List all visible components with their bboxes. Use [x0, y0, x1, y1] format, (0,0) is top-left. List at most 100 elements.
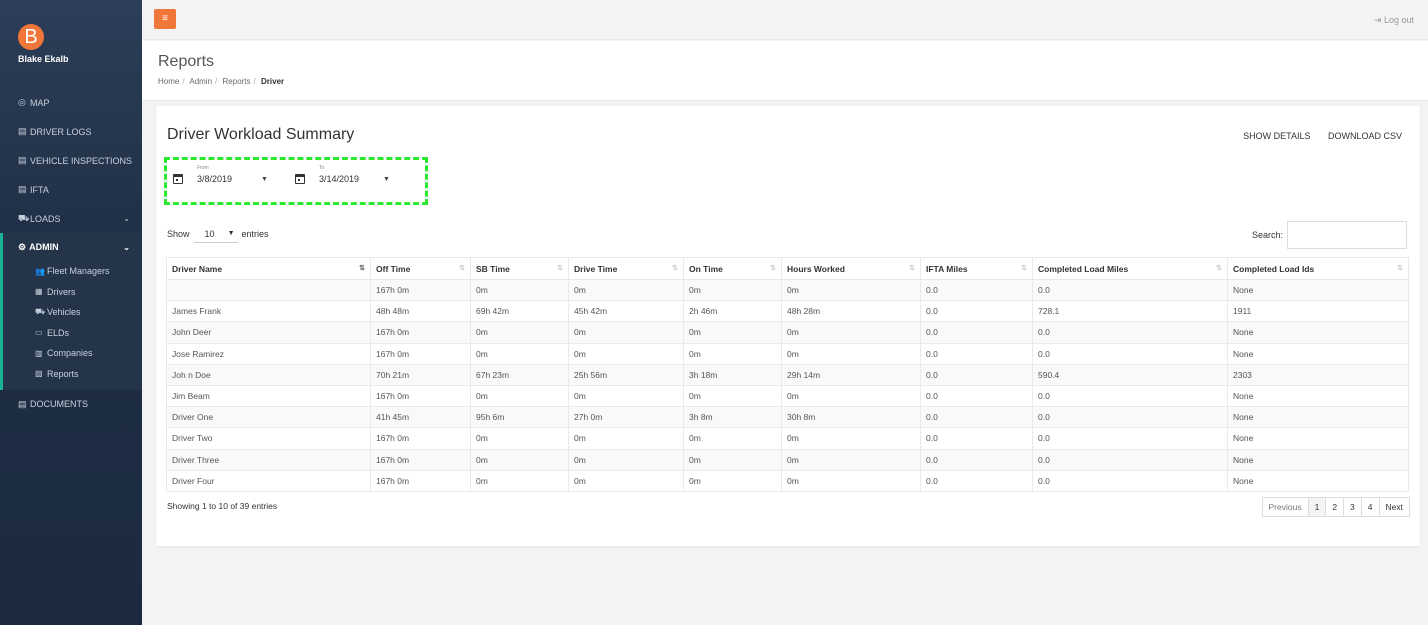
- table-cell: 0m: [568, 469, 684, 492]
- table-row[interactable]: James Frank 48h 48m 69h 42m 45h 42m 2h 46m 48…: [166, 300, 1409, 323]
- col-sb-time[interactable]: SB Time ⇅: [470, 257, 569, 280]
- pagination-next[interactable]: Next: [1378, 497, 1410, 517]
- dropdown-arrow-icon[interactable]: ▼: [261, 176, 268, 183]
- avatar[interactable]: B: [18, 24, 44, 50]
- download-csv-button[interactable]: DOWNLOAD CSV: [1328, 131, 1402, 141]
- table-cell: 0m: [470, 448, 569, 471]
- table-cell: Jose Ramirez: [166, 342, 371, 365]
- table-row[interactable]: 167h 0m 0m 0m 0m 0m 0.0 0.0 None: [166, 278, 1409, 302]
- chevron-down-icon: ⌄: [123, 214, 130, 223]
- table-row[interactable]: Jim Beam 167h 0m 0m 0m 0m 0m 0.0 0.0 None: [166, 384, 1409, 408]
- sidebar-admin-group: ⚙ ADMIN ⌄ 👥 Fleet Managers ▦ Drivers ⛟ V…: [0, 233, 142, 390]
- from-date-value[interactable]: 3/8/2019: [197, 174, 261, 184]
- table-row[interactable]: Driver One 41h 45m 95h 6m 27h 0m 3h 8m 30h 8m…: [166, 406, 1409, 429]
- card-title: Driver Workload Summary: [167, 126, 355, 143]
- col-drive-time[interactable]: Drive Time ⇅: [568, 257, 684, 280]
- table-cell: 167h 0m: [370, 321, 471, 344]
- table-row[interactable]: John Deer 167h 0m 0m 0m 0m 0m 0.0 0.0 None: [166, 321, 1409, 344]
- table-cell: 27h 0m: [568, 406, 684, 429]
- calendar-icon[interactable]: [173, 174, 183, 184]
- truck-icon: ⛟: [35, 307, 46, 317]
- table-row[interactable]: Driver Three 167h 0m 0m 0m 0m 0m 0.0 0.0 None: [166, 448, 1409, 471]
- pagination-previous[interactable]: Previous: [1261, 497, 1309, 517]
- sidebar-item-companies[interactable]: ▥ Companies: [3, 343, 142, 364]
- to-label: To: [319, 165, 325, 171]
- file-icon: ▤: [18, 184, 27, 194]
- col-completed-load-ids[interactable]: Completed Load Ids ⇅: [1227, 257, 1409, 280]
- menu-toggle-button[interactable]: ≡: [154, 9, 176, 29]
- breadcrumb-admin[interactable]: Admin: [189, 77, 212, 86]
- table-cell: 167h 0m: [370, 448, 471, 471]
- table-cell: 0m: [781, 278, 921, 302]
- sidebar-item-documents[interactable]: ▤ DOCUMENTS: [0, 390, 142, 419]
- sidebar-item-reports[interactable]: ▨ Reports: [3, 364, 142, 390]
- col-ifta-miles[interactable]: IFTA Miles ⇅: [920, 257, 1033, 280]
- table-row[interactable]: Driver Four 167h 0m 0m 0m 0m 0m 0.0 0.0 None: [166, 469, 1409, 492]
- table-cell: None: [1227, 384, 1409, 408]
- calendar-icon[interactable]: [295, 174, 305, 184]
- search-input[interactable]: [1287, 221, 1407, 249]
- sidebar-item-label: Companies: [47, 348, 93, 359]
- sidebar-item-vehicle-inspections[interactable]: ▤ VEHICLE INSPECTIONS: [0, 146, 142, 175]
- report-card: Driver Workload Summary SHOW DETAILS DOW…: [156, 106, 1420, 546]
- table-cell: 41h 45m: [370, 406, 471, 429]
- breadcrumb-home[interactable]: Home: [158, 77, 179, 86]
- dropdown-arrow-icon: ▼: [227, 230, 235, 237]
- chevron-down-icon: ⌄: [123, 242, 130, 252]
- sidebar-item-ifta[interactable]: ▤ IFTA: [0, 175, 142, 204]
- user-name[interactable]: Blake Ekalb: [18, 54, 142, 64]
- table-cell: 45h 42m: [568, 300, 684, 323]
- breadcrumb-reports[interactable]: Reports: [223, 77, 251, 86]
- show-details-button[interactable]: SHOW DETAILS: [1243, 131, 1310, 141]
- dropdown-arrow-icon[interactable]: ▼: [383, 176, 390, 183]
- table-cell: None: [1227, 342, 1409, 365]
- sidebar-item-label: LOADS: [30, 213, 61, 224]
- table-cell: 0.0: [920, 300, 1033, 323]
- table-cell: 48h 48m: [370, 300, 471, 323]
- table-cell: 0.0: [920, 321, 1033, 344]
- col-driver-name[interactable]: Driver Name ⇅: [166, 257, 371, 280]
- table-cell: 0m: [568, 278, 684, 302]
- sidebar-item-map[interactable]: ◎ MAP: [0, 88, 142, 117]
- table-cell: 0.0: [1032, 342, 1228, 365]
- id-card-icon: ▦: [35, 287, 43, 297]
- table-body: 167h 0m 0m 0m 0m 0m 0.0 0.0 None James Frank 48h …: [166, 278, 1409, 492]
- sidebar-item-fleet-managers[interactable]: 👥 Fleet Managers: [3, 261, 142, 282]
- col-on-time[interactable]: On Time ⇅: [683, 257, 782, 280]
- to-date-picker[interactable]: 3/14/2019 ▼: [289, 174, 390, 184]
- file-icon: ▤: [18, 126, 27, 136]
- table-cell: 0m: [683, 384, 782, 408]
- sidebar-item-label: DRIVER LOGS: [30, 126, 92, 137]
- table-cell: None: [1227, 321, 1409, 344]
- sidebar-item-drivers[interactable]: ▦ Drivers: [3, 282, 142, 303]
- table-row[interactable]: Joh n Doe 70h 21m 67h 23m 25h 56m 3h 18m 29h …: [166, 363, 1409, 386]
- table-cell: 167h 0m: [370, 278, 471, 302]
- entries-select[interactable]: 10 ▼: [193, 225, 238, 243]
- search-label: Search:: [1251, 230, 1283, 240]
- to-date-group: To 3/14/2019 ▼: [289, 165, 390, 184]
- pagination-page-3[interactable]: 3: [1343, 497, 1362, 517]
- col-hours-worked[interactable]: Hours Worked ⇅: [781, 257, 921, 280]
- sidebar-item-driver-logs[interactable]: ▤ DRIVER LOGS: [0, 117, 142, 146]
- to-date-value[interactable]: 3/14/2019: [319, 174, 383, 184]
- sidebar-item-elds[interactable]: ▭ ELDs: [3, 323, 142, 344]
- sort-icon: ⇅: [1216, 265, 1222, 272]
- sidebar-item-loads[interactable]: ⛟ LOADS ⌄: [0, 204, 142, 233]
- table-cell: 25h 56m: [568, 363, 684, 386]
- sidebar-item-vehicles[interactable]: ⛟ Vehicles: [3, 302, 142, 323]
- table-cell: 2h 46m: [683, 300, 782, 323]
- pagination-page-1[interactable]: 1: [1307, 497, 1327, 517]
- table-cell: 0.0: [1032, 278, 1228, 302]
- from-date-picker[interactable]: 3/8/2019 ▼: [167, 174, 268, 184]
- pagination-page-4[interactable]: 4: [1360, 497, 1380, 517]
- sidebar-item-admin[interactable]: ⚙ ADMIN ⌄: [3, 233, 142, 261]
- table-row[interactable]: Jose Ramirez 167h 0m 0m 0m 0m 0m 0.0 0.0 None: [166, 342, 1409, 365]
- col-off-time[interactable]: Off Time ⇅: [370, 257, 471, 280]
- col-completed-load-miles[interactable]: Completed Load Miles ⇅: [1032, 257, 1228, 280]
- sidebar-nav: ◎ MAP ▤ DRIVER LOGS ▤ VEHICLE INSPECTION…: [0, 88, 142, 233]
- sidebar-item-label: VEHICLE INSPECTIONS: [30, 155, 133, 166]
- table-row[interactable]: Driver Two 167h 0m 0m 0m 0m 0m 0.0 0.0 None: [166, 427, 1409, 450]
- pagination-page-2[interactable]: 2: [1325, 497, 1345, 517]
- table-cell: 1911: [1227, 300, 1409, 323]
- logout-link[interactable]: ⇥ Log out: [1374, 15, 1414, 26]
